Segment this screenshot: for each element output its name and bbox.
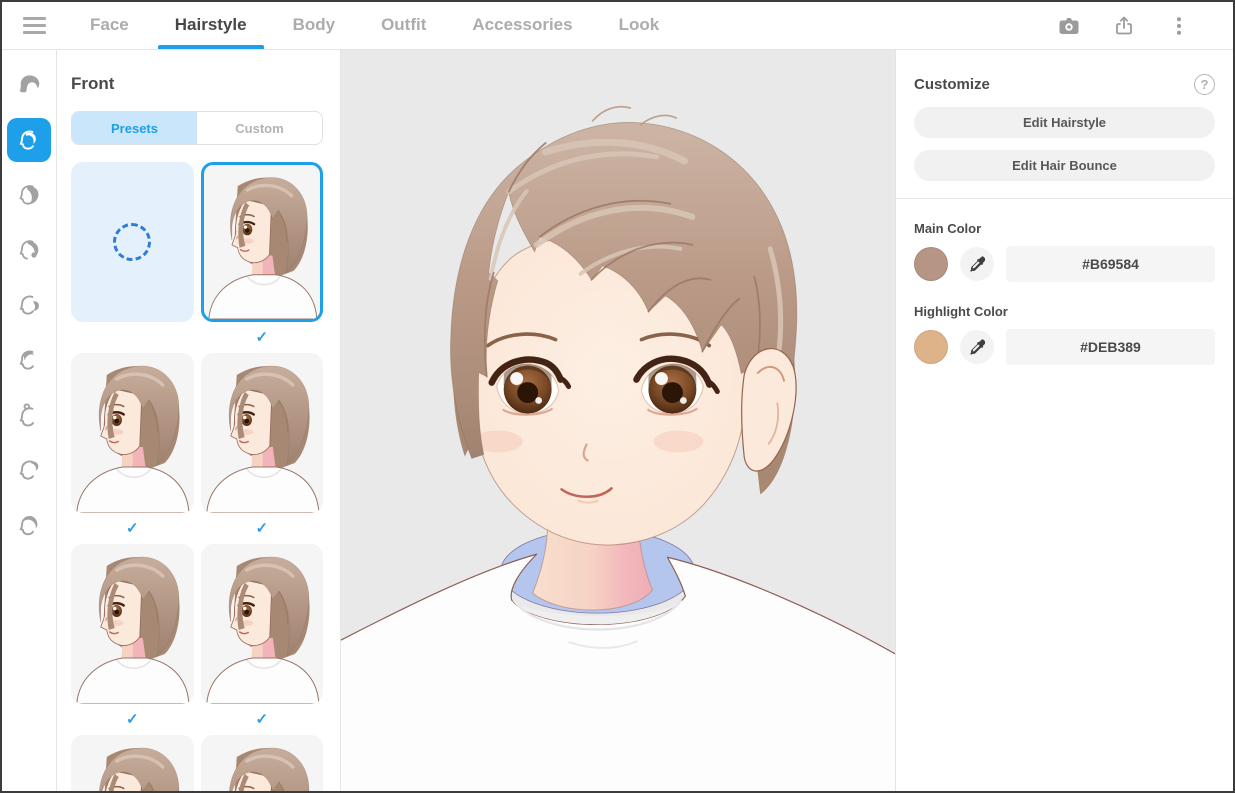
category-hairstyle-all-icon[interactable] — [7, 63, 51, 107]
preset-checkmark: ✓ — [201, 704, 324, 735]
hair-category-rail — [2, 50, 57, 791]
topbar-actions — [1057, 14, 1191, 38]
preset-avatar-thumbnail — [201, 353, 324, 513]
preset-avatar-thumbnail — [71, 544, 194, 704]
presets-custom-switch: Presets Custom — [71, 111, 323, 145]
category-bun-icon[interactable] — [7, 448, 51, 492]
category-side-hair-icon[interactable] — [7, 173, 51, 217]
tab-body[interactable]: Body — [270, 2, 359, 49]
preset-checkmark: ✓ — [201, 513, 324, 544]
category-loose-strands-icon[interactable] — [7, 338, 51, 382]
help-icon[interactable]: ? — [1194, 74, 1215, 95]
preset-checkmark: ✓ — [71, 704, 194, 735]
tab-accessories[interactable]: Accessories — [449, 2, 595, 49]
preset-checkmark — [71, 322, 194, 353]
tab-face[interactable]: Face — [67, 2, 152, 49]
hairstyle-preset-thumbnail[interactable] — [71, 162, 194, 322]
highlight-color-label: Highlight Color — [914, 304, 1215, 319]
tab-outfit[interactable]: Outfit — [358, 2, 449, 49]
customize-title: Customize — [914, 76, 990, 93]
app-window: Face Hairstyle Body Outfit Accessories L… — [0, 0, 1235, 793]
preset-avatar-thumbnail — [71, 353, 194, 513]
preset-checkmark: ✓ — [201, 322, 324, 353]
no-hair-dashed-circle-icon — [113, 223, 151, 261]
hairstyle-preset-thumbnail[interactable] — [201, 735, 324, 791]
tab-hairstyle[interactable]: Hairstyle — [152, 2, 270, 49]
divider — [896, 198, 1233, 199]
avatar-3d-model — [341, 50, 895, 791]
avatar-viewport[interactable] — [341, 50, 895, 791]
preset-avatar-thumbnail — [71, 735, 194, 791]
highlight-color-eyedropper-icon[interactable] — [960, 330, 994, 364]
panel-title: Front — [71, 74, 323, 94]
main-tabs: Face Hairstyle Body Outfit Accessories L… — [67, 2, 682, 49]
hairstyle-preset-thumbnail[interactable] — [71, 735, 194, 791]
camera-icon[interactable] — [1057, 14, 1081, 38]
export-icon[interactable] — [1112, 14, 1136, 38]
presets-panel: Front Presets Custom ✓ — [57, 50, 341, 791]
hairstyle-preset-thumbnail[interactable] — [71, 544, 194, 704]
main-color-label: Main Color — [914, 221, 1215, 236]
tab-presets[interactable]: Presets — [72, 112, 197, 144]
category-ahoge-icon[interactable] — [7, 393, 51, 437]
main-color-hex-field[interactable]: #B69584 — [1006, 246, 1215, 282]
main-color-eyedropper-icon[interactable] — [960, 247, 994, 281]
hairstyle-preset-thumbnail[interactable] — [201, 544, 324, 704]
hairstyle-preset-thumbnail[interactable] — [201, 162, 324, 322]
tab-look[interactable]: Look — [596, 2, 683, 49]
category-back-hair-icon[interactable] — [7, 228, 51, 272]
highlight-color-hex-field[interactable]: #DEB389 — [1006, 329, 1215, 365]
preset-avatar-thumbnail — [201, 735, 324, 791]
top-bar: Face Hairstyle Body Outfit Accessories L… — [2, 2, 1233, 50]
hairstyle-preset-thumbnail[interactable] — [71, 353, 194, 513]
hamburger-menu-icon[interactable] — [23, 14, 47, 38]
highlight-color-swatch[interactable] — [914, 330, 948, 364]
hairstyle-preset-thumbnail[interactable] — [201, 353, 324, 513]
category-base-hair-icon[interactable] — [7, 503, 51, 547]
edit-hair-bounce-button[interactable]: Edit Hair Bounce — [914, 150, 1215, 181]
main-content: Front Presets Custom ✓ — [2, 50, 1233, 791]
preset-grid: ✓ ✓ ✓ ✓ — [71, 162, 323, 791]
preset-checkmark: ✓ — [71, 513, 194, 544]
preset-avatar-thumbnail — [204, 165, 321, 319]
category-front-hair-icon[interactable] — [7, 118, 51, 162]
edit-hairstyle-button[interactable]: Edit Hairstyle — [914, 107, 1215, 138]
preset-avatar-thumbnail — [201, 544, 324, 704]
main-color-swatch[interactable] — [914, 247, 948, 281]
customize-panel: Customize ? Edit Hairstyle Edit Hair Bou… — [895, 50, 1233, 791]
tab-custom[interactable]: Custom — [197, 112, 322, 144]
category-ponytail-icon[interactable] — [7, 283, 51, 327]
kebab-menu-icon[interactable] — [1167, 14, 1191, 38]
